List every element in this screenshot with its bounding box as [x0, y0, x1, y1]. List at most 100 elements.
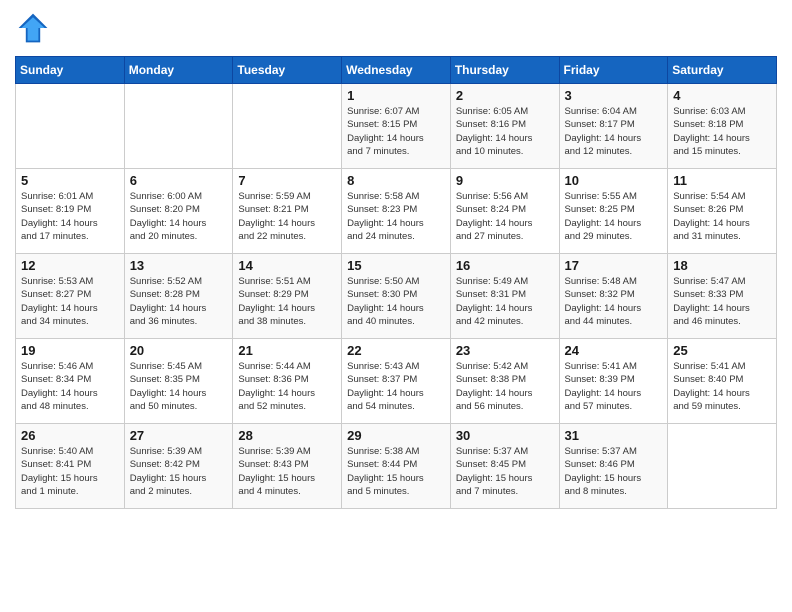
day-number: 14	[238, 258, 336, 273]
day-info: Sunrise: 6:05 AM Sunset: 8:16 PM Dayligh…	[456, 105, 554, 158]
day-cell: 19 Sunrise: 5:46 AM Sunset: 8:34 PM Dayli…	[16, 339, 125, 424]
day-info: Sunrise: 5:44 AM Sunset: 8:36 PM Dayligh…	[238, 360, 336, 413]
day-info: Sunrise: 5:37 AM Sunset: 8:46 PM Dayligh…	[565, 445, 663, 498]
day-cell	[668, 424, 777, 509]
day-number: 7	[238, 173, 336, 188]
day-number: 24	[565, 343, 663, 358]
calendar-body: 1Sunrise: 6:07 AM Sunset: 8:15 PM Daylig…	[16, 84, 777, 509]
day-number: 2	[456, 88, 554, 103]
calendar-table: SundayMondayTuesdayWednesdayThursdayFrid…	[15, 56, 777, 509]
day-info: Sunrise: 5:37 AM Sunset: 8:45 PM Dayligh…	[456, 445, 554, 498]
day-number: 31	[565, 428, 663, 443]
day-cell: 15 Sunrise: 5:50 AM Sunset: 8:30 PM Dayli…	[342, 254, 451, 339]
day-cell: 9Sunrise: 5:56 AM Sunset: 8:24 PM Daylig…	[450, 169, 559, 254]
day-cell: 29 Sunrise: 5:38 AM Sunset: 8:44 PM Dayli…	[342, 424, 451, 509]
day-info: Sunrise: 5:50 AM Sunset: 8:30 PM Dayligh…	[347, 275, 445, 328]
header-cell-tuesday: Tuesday	[233, 57, 342, 84]
day-cell: 27Sunrise: 5:39 AM Sunset: 8:42 PM Dayli…	[124, 424, 233, 509]
week-row-3: 19 Sunrise: 5:46 AM Sunset: 8:34 PM Dayli…	[16, 339, 777, 424]
day-number: 3	[565, 88, 663, 103]
day-number: 8	[347, 173, 445, 188]
day-info: Sunrise: 6:07 AM Sunset: 8:15 PM Dayligh…	[347, 105, 445, 158]
day-info: Sunrise: 5:53 AM Sunset: 8:27 PM Dayligh…	[21, 275, 119, 328]
day-number: 15	[347, 258, 445, 273]
day-number: 20	[130, 343, 228, 358]
week-row-2: 12 Sunrise: 5:53 AM Sunset: 8:27 PM Dayli…	[16, 254, 777, 339]
day-info: Sunrise: 5:46 AM Sunset: 8:34 PM Dayligh…	[21, 360, 119, 413]
day-number: 11	[673, 173, 771, 188]
day-number: 16	[456, 258, 554, 273]
day-cell: 1Sunrise: 6:07 AM Sunset: 8:15 PM Daylig…	[342, 84, 451, 169]
header-cell-monday: Monday	[124, 57, 233, 84]
day-number: 28	[238, 428, 336, 443]
day-cell: 14 Sunrise: 5:51 AM Sunset: 8:29 PM Dayli…	[233, 254, 342, 339]
day-cell: 11Sunrise: 5:54 AM Sunset: 8:26 PM Dayli…	[668, 169, 777, 254]
day-cell: 24 Sunrise: 5:41 AM Sunset: 8:39 PM Dayli…	[559, 339, 668, 424]
day-info: Sunrise: 5:47 AM Sunset: 8:33 PM Dayligh…	[673, 275, 771, 328]
day-cell: 12 Sunrise: 5:53 AM Sunset: 8:27 PM Dayli…	[16, 254, 125, 339]
header-cell-saturday: Saturday	[668, 57, 777, 84]
day-cell: 13 Sunrise: 5:52 AM Sunset: 8:28 PM Dayli…	[124, 254, 233, 339]
day-number: 25	[673, 343, 771, 358]
day-info: Sunrise: 5:43 AM Sunset: 8:37 PM Dayligh…	[347, 360, 445, 413]
header-cell-thursday: Thursday	[450, 57, 559, 84]
day-cell: 22Sunrise: 5:43 AM Sunset: 8:37 PM Dayli…	[342, 339, 451, 424]
logo-icon	[15, 10, 51, 46]
week-row-4: 26Sunrise: 5:40 AM Sunset: 8:41 PM Dayli…	[16, 424, 777, 509]
logo	[15, 10, 57, 46]
day-info: Sunrise: 5:56 AM Sunset: 8:24 PM Dayligh…	[456, 190, 554, 243]
day-cell: 18 Sunrise: 5:47 AM Sunset: 8:33 PM Dayli…	[668, 254, 777, 339]
day-number: 12	[21, 258, 119, 273]
day-info: Sunrise: 6:01 AM Sunset: 8:19 PM Dayligh…	[21, 190, 119, 243]
day-cell	[124, 84, 233, 169]
day-number: 30	[456, 428, 554, 443]
day-cell: 31 Sunrise: 5:37 AM Sunset: 8:46 PM Dayli…	[559, 424, 668, 509]
day-info: Sunrise: 6:00 AM Sunset: 8:20 PM Dayligh…	[130, 190, 228, 243]
day-number: 18	[673, 258, 771, 273]
day-cell: 4Sunrise: 6:03 AM Sunset: 8:18 PM Daylig…	[668, 84, 777, 169]
day-number: 6	[130, 173, 228, 188]
day-cell: 8 Sunrise: 5:58 AM Sunset: 8:23 PM Daylig…	[342, 169, 451, 254]
header-cell-wednesday: Wednesday	[342, 57, 451, 84]
day-info: Sunrise: 5:38 AM Sunset: 8:44 PM Dayligh…	[347, 445, 445, 498]
week-row-1: 5 Sunrise: 6:01 AM Sunset: 8:19 PM Daylig…	[16, 169, 777, 254]
day-info: Sunrise: 5:51 AM Sunset: 8:29 PM Dayligh…	[238, 275, 336, 328]
day-cell	[233, 84, 342, 169]
day-info: Sunrise: 5:52 AM Sunset: 8:28 PM Dayligh…	[130, 275, 228, 328]
header-cell-friday: Friday	[559, 57, 668, 84]
week-row-0: 1Sunrise: 6:07 AM Sunset: 8:15 PM Daylig…	[16, 84, 777, 169]
day-info: Sunrise: 6:04 AM Sunset: 8:17 PM Dayligh…	[565, 105, 663, 158]
header	[15, 10, 777, 46]
day-info: Sunrise: 5:58 AM Sunset: 8:23 PM Dayligh…	[347, 190, 445, 243]
day-number: 29	[347, 428, 445, 443]
day-info: Sunrise: 5:59 AM Sunset: 8:21 PM Dayligh…	[238, 190, 336, 243]
day-info: Sunrise: 5:39 AM Sunset: 8:43 PM Dayligh…	[238, 445, 336, 498]
day-number: 13	[130, 258, 228, 273]
calendar-header: SundayMondayTuesdayWednesdayThursdayFrid…	[16, 57, 777, 84]
day-number: 21	[238, 343, 336, 358]
day-info: Sunrise: 5:41 AM Sunset: 8:39 PM Dayligh…	[565, 360, 663, 413]
day-cell: 3 Sunrise: 6:04 AM Sunset: 8:17 PM Daylig…	[559, 84, 668, 169]
day-number: 27	[130, 428, 228, 443]
day-info: Sunrise: 5:42 AM Sunset: 8:38 PM Dayligh…	[456, 360, 554, 413]
day-cell: 17 Sunrise: 5:48 AM Sunset: 8:32 PM Dayli…	[559, 254, 668, 339]
day-info: Sunrise: 6:03 AM Sunset: 8:18 PM Dayligh…	[673, 105, 771, 158]
day-cell: 23Sunrise: 5:42 AM Sunset: 8:38 PM Dayli…	[450, 339, 559, 424]
header-row: SundayMondayTuesdayWednesdayThursdayFrid…	[16, 57, 777, 84]
day-number: 5	[21, 173, 119, 188]
day-cell: 21 Sunrise: 5:44 AM Sunset: 8:36 PM Dayli…	[233, 339, 342, 424]
day-info: Sunrise: 5:49 AM Sunset: 8:31 PM Dayligh…	[456, 275, 554, 328]
day-cell: 7 Sunrise: 5:59 AM Sunset: 8:21 PM Daylig…	[233, 169, 342, 254]
day-number: 17	[565, 258, 663, 273]
day-info: Sunrise: 5:41 AM Sunset: 8:40 PM Dayligh…	[673, 360, 771, 413]
day-info: Sunrise: 5:48 AM Sunset: 8:32 PM Dayligh…	[565, 275, 663, 328]
day-number: 19	[21, 343, 119, 358]
day-cell	[16, 84, 125, 169]
header-cell-sunday: Sunday	[16, 57, 125, 84]
day-cell: 2 Sunrise: 6:05 AM Sunset: 8:16 PM Daylig…	[450, 84, 559, 169]
day-info: Sunrise: 5:40 AM Sunset: 8:41 PM Dayligh…	[21, 445, 119, 498]
day-cell: 26Sunrise: 5:40 AM Sunset: 8:41 PM Dayli…	[16, 424, 125, 509]
day-number: 10	[565, 173, 663, 188]
page: SundayMondayTuesdayWednesdayThursdayFrid…	[0, 0, 792, 519]
day-info: Sunrise: 5:55 AM Sunset: 8:25 PM Dayligh…	[565, 190, 663, 243]
